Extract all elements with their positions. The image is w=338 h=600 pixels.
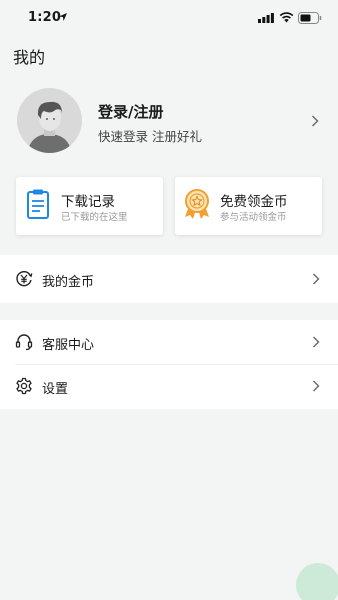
status-bar: 1:20 [0,0,338,36]
gear-icon [16,377,32,395]
floating-action-button[interactable] [296,563,338,600]
headset-icon [15,334,33,351]
free-coins-card[interactable]: 免费领金币 参与活动领金币 [175,177,322,235]
chevron-right-icon [312,115,319,127]
free-coins-title: 免费领金币 [220,194,288,210]
login-register-title[interactable]: 登录/注册 [98,101,163,122]
page: 1:20 我的 登录/注册 快速登录 注册好礼 下载记录 已下载的在这里 免费领… [0,0,338,600]
avatar[interactable] [17,88,82,153]
support-center-label: 客服中心 [42,338,95,353]
page-title: 我的 [13,48,46,67]
clipboard-icon [27,189,49,219]
free-coins-subtitle: 参与活动领金币 [220,212,287,223]
medal-icon [185,189,209,219]
service-section: 客服中心 设置 [0,320,338,409]
chevron-right-icon [313,380,320,392]
chevron-right-icon [313,273,320,285]
menu-item-settings[interactable]: 设置 [0,364,338,408]
wifi-icon [279,12,294,23]
default-avatar-icon [17,88,82,153]
download-records-card[interactable]: 下载记录 已下载的在这里 [16,177,163,235]
coins-section: 我的金币 [0,255,338,303]
menu-item-support[interactable]: 客服中心 [0,320,338,365]
menu-item-my-coins[interactable]: 我的金币 [0,255,338,303]
download-records-title: 下载记录 [61,194,115,210]
location-arrow-icon [59,13,67,21]
status-time: 1:20 [28,10,62,25]
battery-icon [298,12,322,24]
signal-icon [258,13,274,23]
my-coins-label: 我的金币 [42,275,95,290]
download-records-subtitle: 已下载的在这里 [61,212,128,223]
profile-login-row[interactable]: 登录/注册 快速登录 注册好礼 [0,86,338,160]
chevron-right-icon [313,336,320,348]
login-register-subtitle: 快速登录 注册好礼 [98,129,202,144]
settings-label: 设置 [42,382,69,397]
coin-icon [16,270,33,287]
